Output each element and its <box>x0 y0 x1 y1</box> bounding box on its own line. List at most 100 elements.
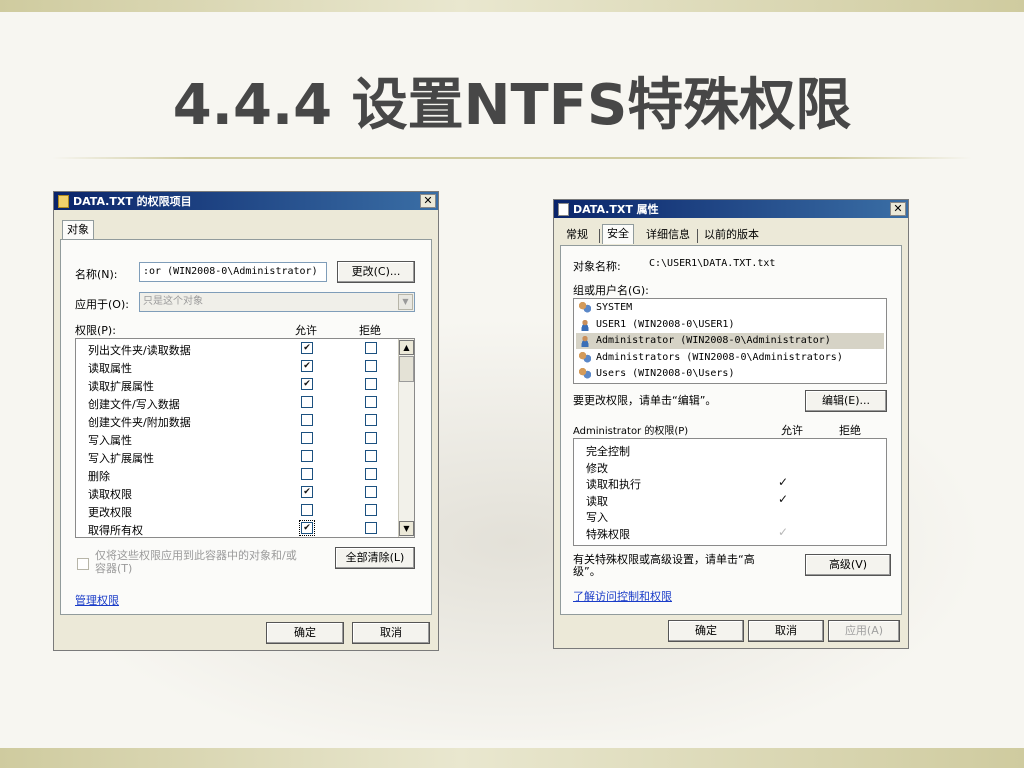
right-name: 读取和执行 <box>586 478 641 491</box>
title-divider <box>52 157 972 159</box>
change-button[interactable]: 更改(C)... <box>337 261 415 283</box>
properties-titlebar: DATA.TXT 属性 <box>554 200 908 218</box>
user-list-item[interactable]: Administrators (WIN2008-0\Administrators… <box>576 350 884 366</box>
checkmark-icon: ✓ <box>778 524 789 539</box>
deny-checkbox[interactable] <box>365 414 377 426</box>
tab-object[interactable]: 对象 <box>62 220 94 240</box>
user-list-item[interactable]: USER1 (WIN2008-0\USER1) <box>576 317 884 333</box>
permission-row: 读取属性 <box>76 358 397 376</box>
permissions-rows: 列出文件夹/读取数据读取属性读取扩展属性创建文件/写入数据创建文件夹/附加数据写… <box>76 340 397 537</box>
cancel-button[interactable]: 取消 <box>748 620 824 642</box>
deny-checkbox[interactable] <box>365 432 377 444</box>
rights-list: 完全控制 修改 读取和执行 ✓ 读取 ✓ 写入 特殊权限 ✓ <box>573 438 887 546</box>
right-name: 写入 <box>586 511 608 524</box>
permission-row: 列出文件夹/读取数据 <box>76 340 397 358</box>
permission-name: 创建文件/写入数据 <box>88 398 180 411</box>
apply-button[interactable]: 应用(A) <box>828 620 900 642</box>
apply-to-label: 应用于(O): <box>75 298 129 311</box>
right-name: 读取 <box>586 494 608 508</box>
object-name-value: C:\USER1\DATA.TXT.txt <box>649 258 776 269</box>
apply-to-select[interactable]: 只是这个对象 <box>139 292 415 312</box>
groups-label: 组或用户名(G): <box>573 284 649 297</box>
allow-header: 允许 <box>781 424 803 437</box>
scroll-thumb[interactable] <box>399 356 414 382</box>
permission-row: 创建文件/写入数据 <box>76 394 397 412</box>
permission-row: 更改权限 <box>76 502 397 520</box>
manage-permissions-link[interactable]: 管理权限 <box>75 592 119 608</box>
group-icon <box>579 302 591 314</box>
right-name: 特殊权限 <box>586 527 630 541</box>
user-name: Administrator (WIN2008-0\Administrator) <box>596 335 831 346</box>
deny-checkbox[interactable] <box>365 450 377 462</box>
user-list-item[interactable]: Administrator (WIN2008-0\Administrator) <box>576 333 884 349</box>
permission-entry-title: DATA.TXT 的权限项目 <box>73 195 192 208</box>
close-button[interactable]: ✕ <box>420 194 436 208</box>
apply-container-checkbox[interactable] <box>77 558 89 570</box>
permission-row: 读取扩展属性 <box>76 376 397 394</box>
edit-button[interactable]: 编辑(E)... <box>805 390 887 412</box>
permission-name: 创建文件夹/附加数据 <box>88 416 191 429</box>
cancel-button[interactable]: 取消 <box>352 622 430 644</box>
allow-checkbox[interactable] <box>299 520 315 536</box>
allow-checkbox[interactable] <box>301 468 313 480</box>
deny-checkbox[interactable] <box>365 504 377 516</box>
ok-button[interactable]: 确定 <box>266 622 344 644</box>
deny-header: 拒绝 <box>839 424 861 437</box>
allow-header: 允许 <box>295 324 317 337</box>
deny-checkbox[interactable] <box>365 396 377 408</box>
permission-entry-titlebar: DATA.TXT 的权限项目 <box>54 192 438 210</box>
tab-item[interactable]: 以前的版本 <box>700 226 763 246</box>
slide-title: 4.4.4 设置NTFS特殊权限 <box>172 73 852 138</box>
user-icon <box>579 335 591 347</box>
object-name-label: 对象名称: <box>573 260 621 273</box>
clear-all-button[interactable]: 全部清除(L) <box>335 547 415 569</box>
group-icon <box>579 368 591 380</box>
deny-checkbox[interactable] <box>365 486 377 498</box>
advanced-button[interactable]: 高级(V) <box>805 554 891 576</box>
object-tab-pane: 名称(N): :or (WIN2008-0\Administrator) 更改(… <box>60 239 432 615</box>
scroll-up-arrow[interactable]: ▲ <box>399 340 414 355</box>
allow-checkbox[interactable] <box>301 450 313 462</box>
chevron-down-icon[interactable]: ▼ <box>398 294 413 310</box>
allow-checkbox[interactable] <box>301 414 313 426</box>
security-tab-pane: 对象名称: C:\USER1\DATA.TXT.txt 组或用户名(G): SY… <box>560 245 902 615</box>
name-field[interactable]: :or (WIN2008-0\Administrator) <box>139 262 327 282</box>
user-name: Administrators (WIN2008-0\Administrators… <box>596 351 843 363</box>
allow-checkbox[interactable] <box>301 486 313 498</box>
slide-top-band <box>0 0 1024 12</box>
user-name: SYSTEM <box>596 302 633 313</box>
advanced-hint: 有关特殊权限或高级设置，请单击“高 级”。 <box>573 553 755 578</box>
permission-name: 读取属性 <box>88 362 132 375</box>
allow-checkbox[interactable] <box>301 396 313 408</box>
document-icon <box>558 202 569 216</box>
permission-row: 取得所有权 <box>76 520 397 538</box>
ok-button[interactable]: 确定 <box>668 620 744 642</box>
tab-item[interactable]: 安全 <box>602 224 634 244</box>
permission-entry-dialog: DATA.TXT 的权限项目 ✕ 对象 名称(N): :or (WIN2008-… <box>53 191 439 651</box>
allow-checkbox[interactable] <box>301 378 313 390</box>
permission-row: 删除 <box>76 466 397 484</box>
allow-checkbox[interactable] <box>301 360 313 372</box>
deny-header: 拒绝 <box>359 324 381 337</box>
deny-checkbox[interactable] <box>365 360 377 372</box>
deny-checkbox[interactable] <box>365 342 377 354</box>
tab-item[interactable]: 常规 <box>562 226 592 246</box>
user-list-item[interactable]: Users (WIN2008-0\Users) <box>576 366 884 382</box>
permissions-label: 权限(P): <box>75 324 116 337</box>
user-list-item[interactable]: SYSTEM <box>576 300 884 316</box>
scroll-down-arrow[interactable]: ▼ <box>399 521 414 536</box>
close-button[interactable]: ✕ <box>890 202 906 216</box>
perm-for-label: Administrator 的权限(P) <box>573 426 689 437</box>
name-label: 名称(N): <box>75 268 118 281</box>
allow-checkbox[interactable] <box>301 432 313 444</box>
deny-checkbox[interactable] <box>365 378 377 390</box>
permission-name: 列出文件夹/读取数据 <box>88 344 191 357</box>
deny-checkbox[interactable] <box>365 468 377 480</box>
allow-checkbox[interactable] <box>301 342 313 354</box>
tab-item[interactable]: 详细信息 <box>642 226 694 246</box>
deny-checkbox[interactable] <box>365 522 377 534</box>
permissions-scrollbar[interactable]: ▲ ▼ <box>398 339 414 537</box>
allow-checkbox[interactable] <box>301 504 313 516</box>
learn-access-control-link[interactable]: 了解访问控制和权限 <box>573 588 672 604</box>
permission-name: 写入扩展属性 <box>88 452 154 465</box>
